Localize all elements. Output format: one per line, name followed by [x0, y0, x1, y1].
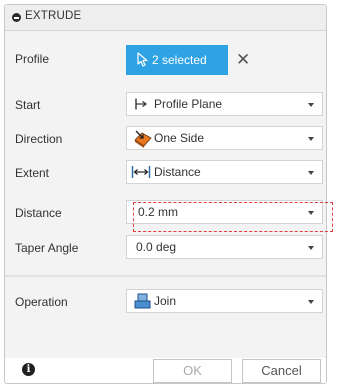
distance-label: Distance [15, 206, 62, 220]
chevron-down-icon [308, 103, 314, 107]
taper-angle-input[interactable]: 0.0 deg [126, 235, 323, 259]
one-side-direction-icon [134, 129, 152, 151]
direction-label: Direction [15, 132, 63, 146]
chevron-down-icon[interactable] [308, 246, 314, 250]
chevron-down-icon [308, 171, 314, 175]
dialog-title: EXTRUDE [25, 10, 82, 22]
start-label: Start [15, 98, 41, 112]
profile-selection-text: 2 selected [152, 53, 207, 67]
taper-angle-value: 0.0 deg [136, 240, 177, 254]
extrude-dialog: EXTRUDE Profile 2 selected ✕ Start Profi… [4, 4, 333, 384]
profile-label: Profile [15, 52, 50, 66]
dialog-titlebar[interactable]: EXTRUDE [5, 5, 326, 31]
extent-label: Extent [15, 166, 50, 180]
cursor-arrow-icon [137, 52, 149, 70]
profile-selection-button[interactable]: 2 selected [126, 45, 228, 75]
info-icon[interactable]: i [22, 363, 35, 376]
direction-value: One Side [154, 131, 205, 145]
extent-value: Distance [154, 165, 201, 179]
start-value: Profile Plane [154, 97, 223, 111]
direction-select[interactable]: One Side [126, 126, 323, 150]
taper-angle-label: Taper Angle [15, 241, 79, 255]
chevron-down-icon [308, 137, 314, 141]
extent-select[interactable]: Distance [126, 160, 323, 184]
distance-extent-icon [131, 165, 151, 182]
distance-highlight-box [133, 202, 333, 232]
chevron-down-icon [308, 300, 314, 304]
operation-value: Join [154, 294, 177, 308]
start-select[interactable]: Profile Plane [126, 92, 323, 116]
minus-circle-icon[interactable] [12, 13, 21, 22]
operation-label: Operation [15, 295, 68, 309]
ok-button[interactable]: OK [153, 359, 232, 383]
profile-plane-icon [134, 97, 148, 114]
operation-select[interactable]: Join [126, 289, 323, 313]
cancel-button[interactable]: Cancel [242, 359, 321, 383]
join-operation-icon [134, 293, 151, 312]
section-divider [5, 275, 326, 277]
close-icon[interactable]: ✕ [236, 50, 250, 70]
